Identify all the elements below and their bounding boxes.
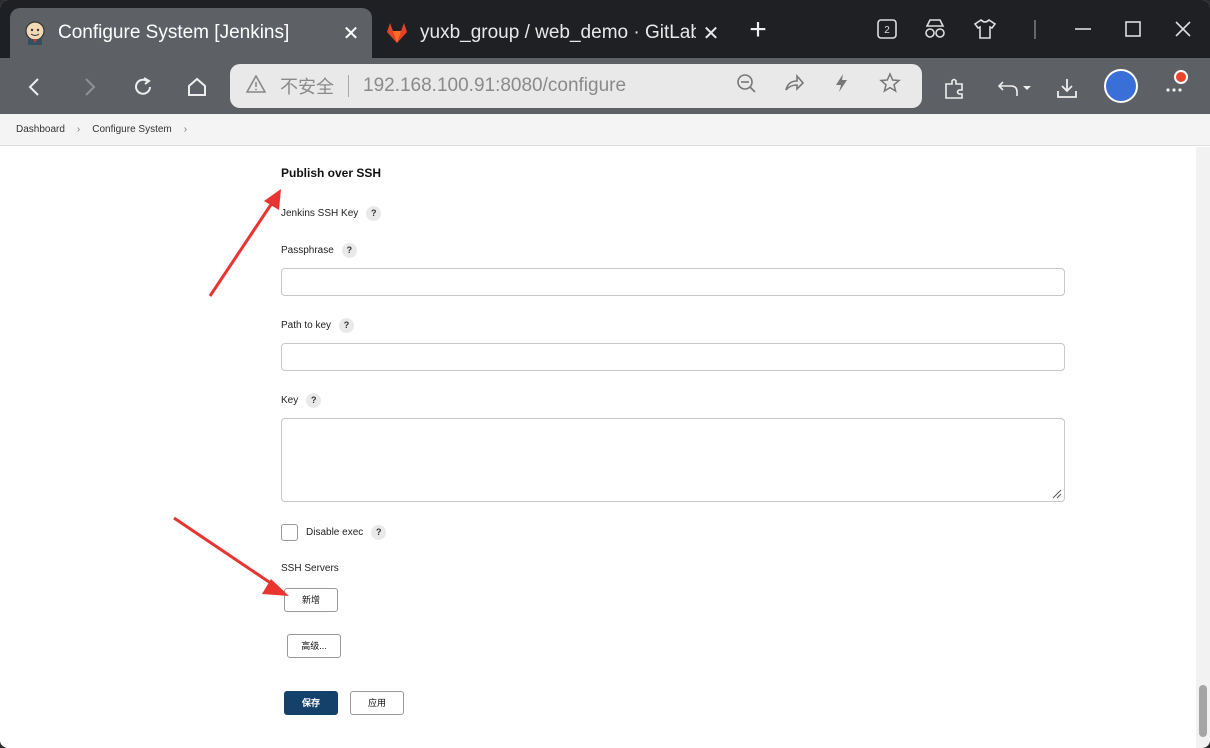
key-textarea[interactable] — [281, 418, 1065, 502]
advanced-button[interactable]: 高级... — [287, 634, 341, 658]
profile-avatar[interactable] — [1104, 69, 1138, 103]
label-text: Disable exec — [306, 527, 364, 538]
disable-exec-label: Disable exec ? — [306, 525, 387, 540]
scrollbar[interactable] — [1196, 147, 1210, 748]
help-icon[interactable]: ? — [341, 243, 357, 258]
forward-icon[interactable] — [72, 70, 106, 104]
warning-icon — [245, 73, 268, 98]
home-icon[interactable] — [180, 70, 214, 104]
breadcrumb-dashboard[interactable]: Dashboard — [16, 124, 65, 135]
help-icon[interactable]: ? — [339, 318, 355, 333]
browser-window: Configure System [Jenkins] ✕ yuxb_group … — [0, 0, 1210, 748]
main-content: Publish over SSH Jenkins SSH Key ? Passp… — [0, 147, 1196, 748]
path-to-key-field[interactable] — [281, 343, 1065, 371]
notification-dot — [1174, 70, 1188, 84]
gitlab-icon — [387, 23, 407, 43]
close-window-icon[interactable] — [1168, 14, 1198, 44]
breadcrumb-configure-system[interactable]: Configure System — [92, 124, 171, 135]
tab-close-icon[interactable]: ✕ — [696, 21, 726, 46]
jenkins-ssh-key-label: Jenkins SSH Key ? — [281, 206, 382, 221]
tab-close-icon[interactable]: ✕ — [336, 21, 366, 46]
undo-dropdown-icon[interactable] — [994, 72, 1036, 104]
tab-title: Configure System [Jenkins] — [58, 22, 290, 43]
ssh-servers-label: SSH Servers — [281, 563, 339, 574]
help-icon[interactable]: ? — [371, 525, 387, 540]
address-divider — [348, 75, 349, 97]
tab-jenkins[interactable]: Configure System [Jenkins] ✕ — [10, 8, 372, 58]
key-label: Key ? — [281, 393, 322, 408]
add-server-button[interactable]: 新增 — [284, 588, 338, 612]
disable-exec-checkbox[interactable] — [281, 524, 298, 541]
security-label[interactable]: 不安全 — [280, 73, 334, 99]
label-text: Path to key — [281, 320, 332, 331]
tab-strip: Configure System [Jenkins] ✕ yuxb_group … — [0, 0, 1210, 58]
maximize-icon[interactable] — [1118, 14, 1148, 44]
path-to-key-label: Path to key ? — [281, 318, 355, 333]
scrollbar-thumb[interactable] — [1199, 685, 1207, 737]
lightning-icon[interactable] — [826, 72, 858, 100]
passphrase-label: Passphrase ? — [281, 243, 357, 258]
back-icon[interactable] — [18, 70, 52, 104]
tab-count-icon[interactable]: 2 — [872, 14, 902, 44]
label-text: Passphrase — [281, 245, 334, 256]
incognito-icon[interactable] — [920, 14, 950, 44]
browser-toolbar: 不安全 192.168.100.91:8080/configure — [0, 58, 1210, 114]
resize-grip-icon[interactable] — [1052, 489, 1062, 499]
save-button[interactable]: 保存 — [284, 691, 338, 715]
breadcrumb: Dashboard › Configure System › — [0, 114, 1210, 146]
shirt-icon[interactable] — [970, 14, 1000, 44]
passphrase-field[interactable] — [281, 268, 1065, 296]
label-text: SSH Servers — [281, 563, 339, 574]
star-icon[interactable] — [874, 72, 906, 100]
download-icon[interactable] — [1051, 72, 1083, 104]
section-title: Publish over SSH — [281, 166, 382, 180]
tab-gitlab[interactable]: yuxb_group / web_demo · GitLab ✕ — [372, 8, 732, 58]
chevron-right-icon: › — [76, 124, 81, 135]
chevron-right-icon[interactable]: › — [184, 124, 187, 135]
address-bar[interactable]: 不安全 192.168.100.91:8080/configure — [230, 64, 922, 108]
new-tab-button[interactable]: + — [742, 14, 774, 46]
tab-title: yuxb_group / web_demo · GitLab — [420, 22, 696, 43]
label-text: Key — [281, 395, 299, 406]
minimize-icon[interactable] — [1068, 14, 1098, 44]
url-text[interactable]: 192.168.100.91:8080/configure — [363, 75, 730, 97]
zoom-out-icon[interactable] — [730, 72, 762, 100]
share-icon[interactable] — [778, 72, 810, 100]
reload-icon[interactable] — [126, 70, 160, 104]
help-icon[interactable]: ? — [366, 206, 382, 221]
apply-button[interactable]: 应用 — [350, 691, 404, 715]
label-text: Jenkins SSH Key — [281, 208, 359, 219]
jenkins-icon — [25, 21, 45, 45]
tab-count: 2 — [884, 25, 890, 36]
help-icon[interactable]: ? — [306, 393, 322, 408]
divider-icon: | — [1032, 18, 1038, 40]
extensions-icon[interactable] — [938, 72, 970, 104]
